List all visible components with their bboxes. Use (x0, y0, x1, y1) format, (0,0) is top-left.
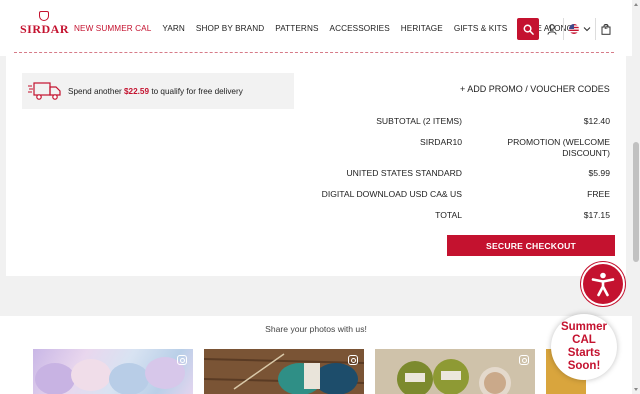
delivery-message: Spend another $22.59 to qualify for free… (68, 86, 243, 96)
delivery-amount: $22.59 (124, 86, 150, 96)
order-summary-panel: Spend another $22.59 to qualify for free… (6, 56, 626, 276)
nav-item-accessories[interactable]: ACCESSORIES (330, 24, 390, 33)
instagram-photo[interactable] (33, 349, 193, 394)
secure-checkout-button[interactable]: SECURE CHECKOUT (447, 235, 615, 256)
instagram-icon (177, 355, 187, 365)
cart-button[interactable]: 2 (599, 19, 613, 39)
instagram-icon (519, 355, 529, 365)
summary-label: DIGITAL DOWNLOAD USD CA& US (321, 189, 462, 199)
us-flag-icon (569, 24, 579, 34)
account-button[interactable] (544, 19, 560, 39)
instagram-icon (348, 355, 358, 365)
add-promo-link[interactable]: + ADD PROMO / VOUCHER CODES (460, 84, 610, 94)
accessibility-button[interactable] (581, 262, 625, 306)
cart-count: 2 (604, 25, 608, 31)
main-nav: NEW SUMMER CAL YARN SHOP BY BRAND PATTER… (74, 24, 573, 33)
sirdar-logo[interactable]: SIRDAR (20, 11, 69, 39)
search-button[interactable] (517, 18, 539, 40)
instagram-photo[interactable] (375, 349, 535, 394)
user-icon (547, 23, 557, 35)
header-separator (14, 52, 614, 53)
summary-label: SIRDAR10 (419, 137, 462, 147)
scroll-thumb[interactable] (633, 142, 639, 262)
instagram-photo[interactable] (204, 349, 364, 394)
delivery-truck-icon (28, 82, 61, 100)
share-title: Share your photos with us! (265, 324, 367, 334)
share-photos-section: Share your photos with us! (0, 316, 632, 394)
chevron-down-icon (583, 27, 591, 32)
summary-label: UNITED STATES STANDARD (346, 168, 462, 178)
summary-label: SUBTOTAL (2 ITEMS) (376, 116, 462, 126)
nav-item-heritage[interactable]: HERITAGE (401, 24, 443, 33)
nav-item-new-summer-cal[interactable]: NEW SUMMER CAL (74, 24, 151, 33)
header-divider (595, 18, 596, 40)
yarn-photo-image (375, 349, 535, 394)
nav-item-yarn[interactable]: YARN (162, 24, 185, 33)
header-divider (563, 18, 564, 40)
nav-item-patterns[interactable]: PATTERNS (275, 24, 318, 33)
scroll-up-icon[interactable] (634, 3, 638, 6)
summary-label: TOTAL (435, 210, 462, 220)
nav-item-shop-by-brand[interactable]: SHOP BY BRAND (196, 24, 264, 33)
free-delivery-banner: Spend another $22.59 to qualify for free… (22, 73, 294, 109)
site-header: SIRDAR NEW SUMMER CAL YARN SHOP BY BRAND… (0, 0, 632, 56)
yarn-photo-image (204, 349, 364, 394)
locale-selector[interactable] (568, 19, 592, 39)
crest-icon (39, 11, 49, 21)
search-icon (523, 24, 534, 35)
accessibility-icon (591, 272, 615, 297)
nav-item-gifts-kits[interactable]: GIFTS & KITS (454, 24, 508, 33)
yarn-photo-image (35, 357, 185, 394)
scroll-down-icon[interactable] (634, 388, 638, 391)
page-scrollbar[interactable] (632, 0, 640, 394)
summer-cal-badge[interactable]: Summer CAL Starts Soon! (551, 314, 617, 380)
